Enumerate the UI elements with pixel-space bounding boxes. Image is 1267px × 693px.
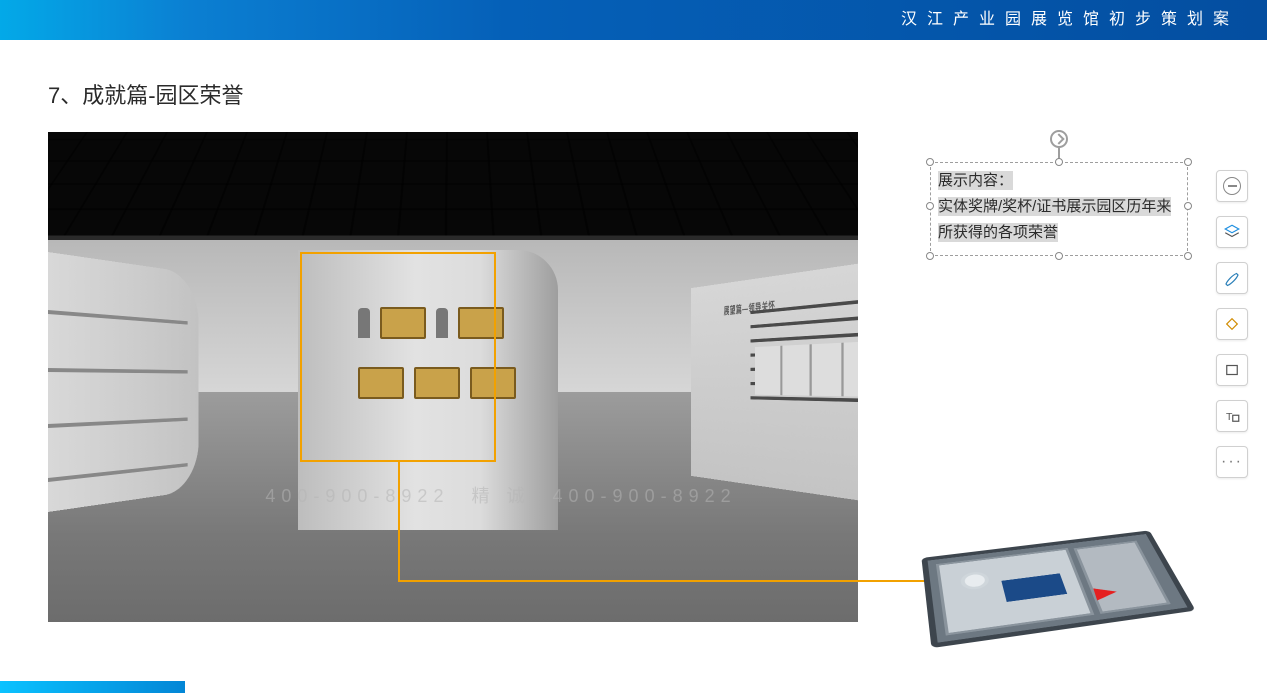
brush-icon: [1223, 269, 1241, 287]
floorplan-base: [921, 530, 1195, 648]
rectangle-icon: [1223, 361, 1241, 379]
callout-textbox[interactable]: 展示内容： 实体奖牌/奖杯/证书展示园区历年来所获得的各项荣誉: [930, 132, 1188, 262]
svg-text:T: T: [1226, 411, 1233, 423]
footer-accent: [0, 681, 185, 693]
resize-handle[interactable]: [1184, 158, 1192, 166]
resize-handle[interactable]: [1184, 202, 1192, 210]
header-bar: 汉江产业园展览馆初步策划案: [0, 0, 1267, 40]
zoom-out-button[interactable]: [1216, 170, 1248, 202]
render-ceiling: [48, 132, 858, 236]
resize-handle[interactable]: [926, 202, 934, 210]
slide-title: 7、成就篇-园区荣誉: [48, 78, 244, 110]
resize-handle[interactable]: [926, 252, 934, 260]
layers-button[interactable]: [1216, 216, 1248, 248]
callout-body: 实体奖牌/奖杯/证书展示园区历年来所获得的各项荣誉: [938, 197, 1171, 242]
resize-handle[interactable]: [926, 158, 934, 166]
rotate-button[interactable]: [1216, 308, 1248, 340]
render-right-wall: 展望篇—领导关怀: [691, 252, 858, 512]
rotate-icon: [1223, 315, 1241, 333]
side-toolbar: T ···: [1215, 170, 1249, 478]
brush-button[interactable]: [1216, 262, 1248, 294]
rotate-handle-icon[interactable]: [1050, 130, 1068, 148]
floorplan-3d: [907, 473, 1207, 683]
connector-line: [398, 462, 400, 582]
resize-handle[interactable]: [1055, 252, 1063, 260]
text-style-button[interactable]: T: [1216, 400, 1248, 432]
exhibition-render: 展望篇—领导关怀 400-900-8922 精 诚 400-900-8922: [48, 132, 858, 622]
header-title: 汉江产业园展览馆初步策划案: [901, 0, 1239, 40]
resize-handle[interactable]: [1184, 252, 1192, 260]
callout-label: 展示内容：: [938, 171, 1013, 190]
more-button[interactable]: ···: [1216, 446, 1248, 478]
callout-content[interactable]: 展示内容： 实体奖牌/奖杯/证书展示园区历年来所获得的各项荣誉: [938, 168, 1180, 246]
render-left-wall: [48, 252, 199, 512]
text-icon: T: [1223, 407, 1241, 425]
resize-handle[interactable]: [1055, 158, 1063, 166]
layers-icon: [1223, 223, 1241, 241]
render-award-display: [298, 250, 558, 530]
rectangle-button[interactable]: [1216, 354, 1248, 386]
